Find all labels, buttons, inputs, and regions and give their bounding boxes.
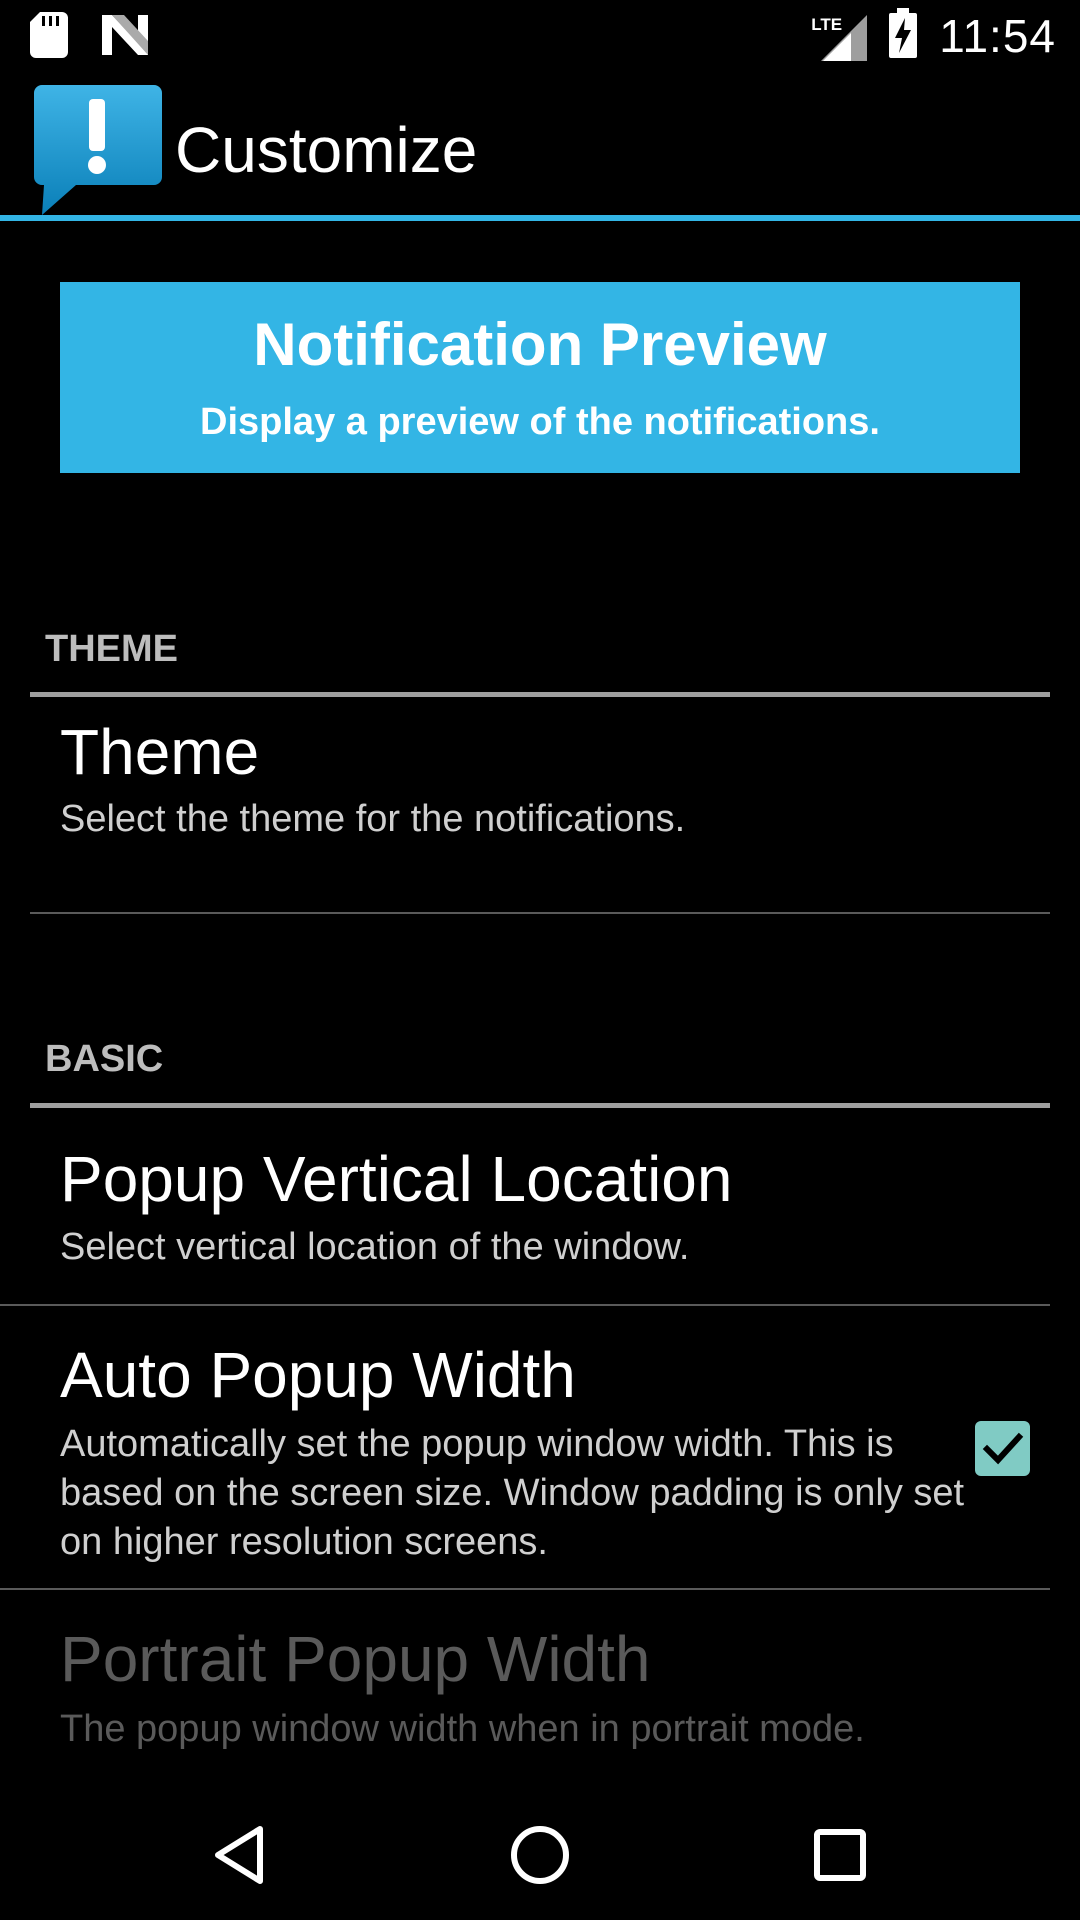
pref-title: Popup Vertical Location bbox=[60, 1143, 733, 1215]
notification-preview-button[interactable]: Notification Preview Display a preview o… bbox=[60, 282, 1020, 473]
network-label: LTE bbox=[811, 14, 843, 34]
list-divider bbox=[0, 1588, 1050, 1590]
home-button[interactable] bbox=[440, 1790, 640, 1920]
clock: 11:54 bbox=[939, 9, 1056, 62]
home-icon bbox=[511, 1826, 569, 1884]
auto-popup-width-checkbox[interactable] bbox=[975, 1421, 1030, 1476]
recents-icon bbox=[814, 1829, 866, 1881]
preview-button-subtitle: Display a preview of the notifications. bbox=[200, 401, 880, 443]
back-icon bbox=[215, 1826, 263, 1884]
pref-summary: Automatically set the popup window width… bbox=[60, 1423, 965, 1563]
page-title: Customize bbox=[175, 114, 478, 186]
category-header-theme: THEME bbox=[45, 628, 178, 670]
list-divider bbox=[30, 912, 1050, 914]
sd-card-icon bbox=[30, 12, 68, 63]
action-bar-divider bbox=[0, 215, 1080, 221]
pref-title: Theme bbox=[60, 716, 260, 788]
action-bar: Customize bbox=[0, 75, 1080, 215]
category-header-basic: BASIC bbox=[45, 1038, 164, 1080]
status-bar: LTE 11:54 bbox=[0, 0, 1080, 75]
pref-title: Auto Popup Width bbox=[60, 1339, 576, 1411]
pref-summary: The popup window width when in portrait … bbox=[60, 1708, 865, 1750]
category-divider-basic bbox=[30, 1103, 1050, 1108]
battery-charging-icon bbox=[889, 8, 918, 63]
recents-button[interactable] bbox=[740, 1790, 940, 1920]
pref-summary: Select vertical location of the window. bbox=[60, 1226, 690, 1268]
n-notification-icon bbox=[102, 15, 148, 60]
pref-title: Portrait Popup Width bbox=[60, 1623, 651, 1695]
preview-button-title: Notification Preview bbox=[253, 311, 827, 378]
pref-summary: Select the theme for the notifications. bbox=[60, 798, 686, 840]
checkmark-icon bbox=[982, 1432, 1024, 1465]
category-divider-theme bbox=[30, 692, 1050, 697]
list-divider bbox=[0, 1304, 1050, 1306]
navigation-bar bbox=[0, 1790, 1080, 1920]
lte-signal-icon: LTE bbox=[811, 11, 868, 61]
back-button[interactable] bbox=[140, 1790, 340, 1920]
alert-speech-bubble-icon[interactable] bbox=[34, 85, 162, 215]
